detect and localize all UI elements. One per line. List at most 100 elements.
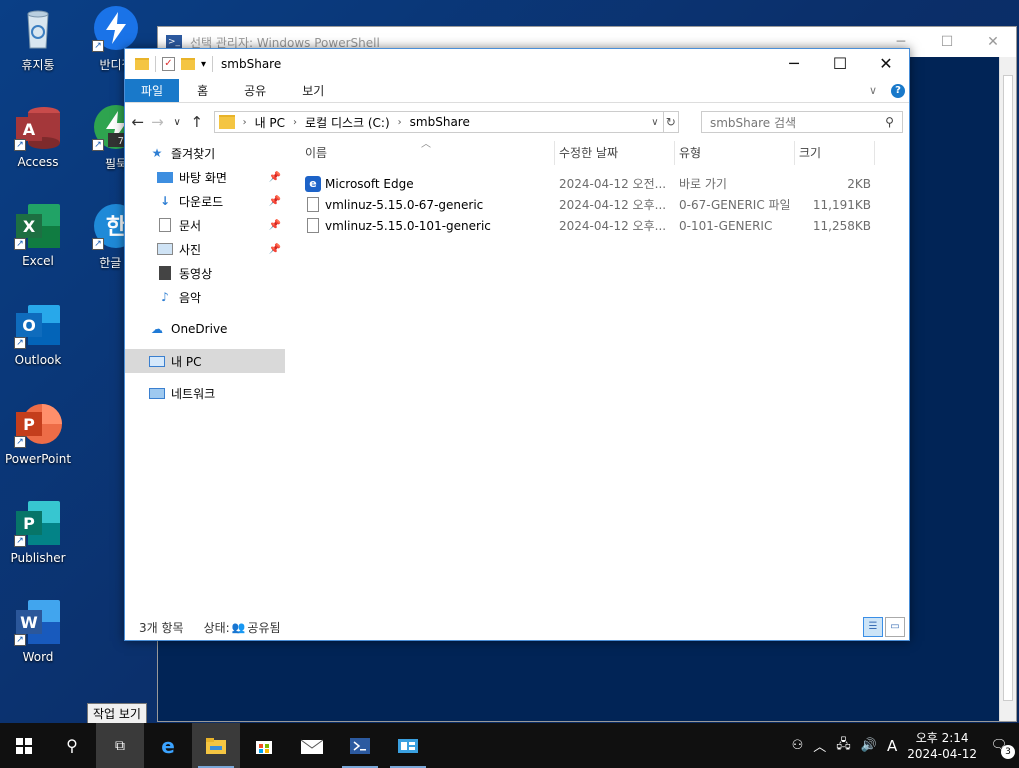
- tab-home[interactable]: 홈: [179, 79, 226, 102]
- network-icon[interactable]: 🖧: [836, 735, 851, 757]
- desktop-icon-recycle-bin[interactable]: 휴지통: [0, 4, 76, 73]
- pin-icon[interactable]: 📌: [269, 172, 281, 183]
- excel-icon: X ↗: [14, 202, 62, 250]
- desktop-icon-excel[interactable]: X ↗ Excel: [0, 202, 76, 268]
- shortcut-arrow-icon: ↗: [92, 139, 104, 151]
- chevron-right-icon[interactable]: ›: [243, 117, 247, 128]
- task-view-button[interactable]: ⧉: [96, 723, 144, 768]
- forward-arrow-icon[interactable]: →: [151, 113, 165, 131]
- svg-text:P: P: [23, 415, 35, 434]
- pin-icon[interactable]: 📌: [269, 196, 281, 207]
- powershell-icon: [350, 737, 370, 754]
- bandizip-icon: ↗: [92, 4, 140, 52]
- shortcut-arrow-icon: ↗: [14, 436, 26, 448]
- shortcut-arrow-icon: ↗: [92, 238, 104, 250]
- cloud-icon: ☁: [151, 322, 163, 336]
- quick-access-toolbar: ✓ ▾: [135, 56, 214, 72]
- close-button[interactable]: ✕: [970, 34, 1016, 50]
- nav-onedrive[interactable]: ☁ OneDrive: [125, 317, 285, 341]
- expand-ribbon-icon[interactable]: ∨: [869, 84, 877, 97]
- svg-text:W: W: [20, 613, 38, 632]
- nav-label: 즐겨찾기: [171, 146, 216, 161]
- desktop-icon-access[interactable]: A ↗ Access: [0, 103, 76, 169]
- breadcrumb-this-pc[interactable]: 내 PC: [255, 114, 285, 131]
- nav-this-pc[interactable]: 내 PC: [125, 349, 285, 373]
- folder-icon: [135, 58, 149, 70]
- back-arrow-icon[interactable]: ←: [131, 113, 145, 131]
- explorer-titlebar[interactable]: ✓ ▾ smbShare ─ ☐ ✕: [125, 49, 909, 79]
- recent-locations-icon[interactable]: ∨: [170, 117, 184, 128]
- maximize-button[interactable]: ☐: [817, 49, 863, 79]
- taskbar-mail[interactable]: [288, 723, 336, 768]
- details-view-icon[interactable]: ☰: [863, 617, 883, 637]
- maximize-button[interactable]: ☐: [924, 34, 970, 50]
- desktop-icon: [157, 171, 173, 183]
- file-icon: [307, 218, 319, 233]
- nav-item-documents[interactable]: 문서 📌: [125, 213, 285, 237]
- help-icon[interactable]: ?: [891, 83, 905, 98]
- file-row[interactable]: e Microsoft Edge 2024-04-12 오전... 바로 가기 …: [301, 173, 909, 194]
- customize-toolbar-icon[interactable]: ▾: [201, 59, 206, 70]
- file-explorer-window[interactable]: ✓ ▾ smbShare ─ ☐ ✕ 파일 홈 공유 보기 ∨ ? ← → ∨ …: [124, 48, 910, 641]
- search-button[interactable]: ⚲: [48, 723, 96, 768]
- file-date: 2024-04-12 오후...: [559, 219, 667, 233]
- breadcrumb-local-disk[interactable]: 로컬 디스크 (C:): [305, 114, 390, 131]
- search-input[interactable]: smbShare 검색 ⚲: [700, 111, 903, 133]
- taskbar-server-manager[interactable]: [384, 723, 432, 768]
- refresh-icon[interactable]: ↻: [663, 111, 679, 133]
- pin-icon[interactable]: 📌: [269, 220, 281, 231]
- column-header-type[interactable]: 유형: [675, 141, 795, 165]
- up-arrow-icon[interactable]: ↑: [190, 113, 204, 131]
- breadcrumb-smbshare[interactable]: smbShare: [410, 115, 470, 129]
- people-icon[interactable]: ⚇: [792, 738, 804, 753]
- desktop-icon-powerpoint[interactable]: P ↗ PowerPoint: [0, 400, 76, 466]
- publisher-icon: P ↗: [14, 499, 62, 547]
- desktop-icon-outlook[interactable]: O ↗ Outlook: [0, 301, 76, 367]
- chevron-down-icon[interactable]: ∨: [651, 117, 658, 128]
- column-header-size[interactable]: 크기: [795, 141, 875, 165]
- taskbar-edge[interactable]: e: [144, 723, 192, 768]
- desktop-icon-publisher[interactable]: P ↗ Publisher: [0, 499, 76, 565]
- file-type: 바로 가기: [679, 177, 727, 191]
- show-hidden-icons-chevron-up-icon[interactable]: ︿: [813, 736, 826, 755]
- new-folder-icon[interactable]: [181, 58, 195, 70]
- taskbar-file-explorer[interactable]: [192, 723, 240, 768]
- nav-item-pictures[interactable]: 사진 📌: [125, 237, 285, 261]
- close-button[interactable]: ✕: [863, 49, 909, 79]
- nav-quick-access[interactable]: ★ 즐겨찾기: [125, 141, 285, 165]
- edge-icon: e: [305, 175, 321, 192]
- nav-item-desktop[interactable]: 바탕 화면 📌: [125, 165, 285, 189]
- taskbar-store[interactable]: [240, 723, 288, 768]
- file-row[interactable]: vmlinuz-5.15.0-101-generic 2024-04-12 오후…: [301, 215, 909, 236]
- powershell-scrollbar[interactable]: [999, 57, 1016, 721]
- tab-file[interactable]: 파일: [125, 79, 180, 102]
- network-icon: [149, 387, 165, 399]
- nav-label: 다운로드: [179, 194, 224, 209]
- column-header-date[interactable]: 수정한 날짜: [555, 141, 675, 165]
- pin-icon[interactable]: 📌: [269, 244, 281, 255]
- properties-icon[interactable]: ✓: [162, 57, 175, 71]
- volume-icon[interactable]: 🔊: [861, 738, 877, 753]
- minimize-button[interactable]: ─: [771, 49, 817, 79]
- nav-item-music[interactable]: ♪ 음악: [125, 285, 285, 309]
- desktop-icon-word[interactable]: W ↗ Word: [0, 598, 76, 664]
- large-icons-view-icon[interactable]: ▭: [885, 617, 905, 637]
- start-button[interactable]: [0, 723, 48, 768]
- clock[interactable]: 오후 2:14 2024-04-12: [907, 730, 977, 762]
- nav-item-downloads[interactable]: ↓ 다운로드 📌: [125, 189, 285, 213]
- chevron-right-icon[interactable]: ›: [293, 117, 297, 128]
- svg-text:O: O: [22, 316, 36, 335]
- file-date: 2024-04-12 오전...: [559, 177, 667, 191]
- chevron-right-icon[interactable]: ›: [398, 117, 402, 128]
- tab-view[interactable]: 보기: [284, 79, 342, 102]
- file-row[interactable]: vmlinuz-5.15.0-67-generic 2024-04-12 오후.…: [301, 194, 909, 215]
- nav-item-videos[interactable]: 동영상: [125, 261, 285, 285]
- scrollbar-thumb[interactable]: [1003, 75, 1013, 701]
- notification-center-button[interactable]: 🗨 3: [987, 738, 1015, 759]
- file-icon: [307, 197, 319, 212]
- input-method-indicator[interactable]: A: [887, 737, 897, 755]
- nav-network[interactable]: 네트워크: [125, 381, 285, 405]
- address-bar[interactable]: › 내 PC › 로컬 디스크 (C:) › smbShare ∨: [213, 111, 664, 133]
- tab-share[interactable]: 공유: [226, 79, 284, 102]
- taskbar-powershell[interactable]: [336, 723, 384, 768]
